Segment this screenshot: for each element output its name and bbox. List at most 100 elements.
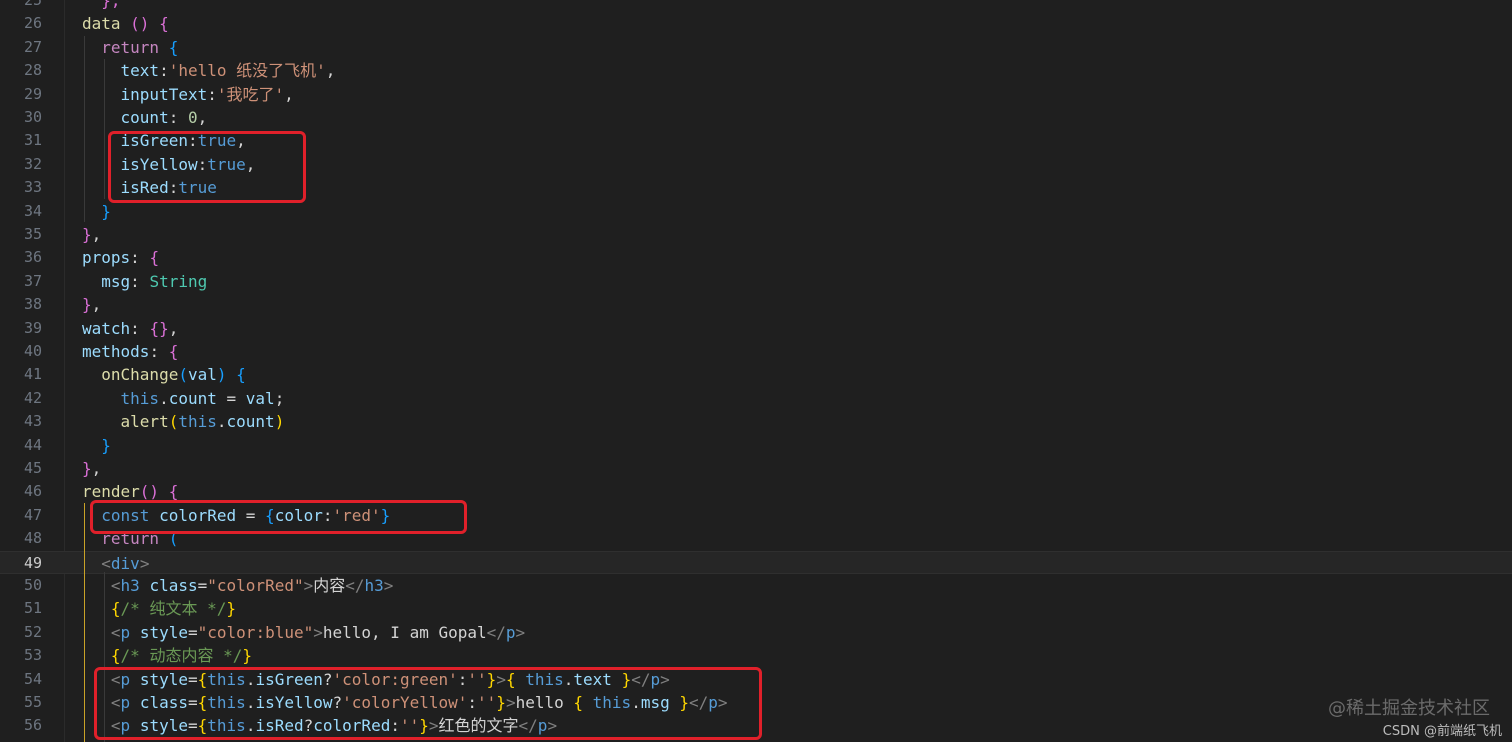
code-text: } (82, 434, 111, 457)
code-token: render (82, 482, 140, 502)
code-token: : (130, 248, 150, 268)
code-token: } (242, 646, 252, 666)
code-line[interactable]: 44 } (0, 434, 1512, 457)
code-token: ( (178, 365, 188, 385)
code-token: count (168, 388, 217, 408)
code-token: count (120, 108, 169, 127)
line-number: 46 (23, 482, 42, 501)
code-line[interactable]: 36 props: { (0, 246, 1512, 269)
code-token: } (82, 225, 92, 244)
code-token: inputText (120, 84, 208, 104)
code-token: } (101, 435, 111, 455)
code-line[interactable]: 39 watch: {}, (0, 317, 1512, 340)
code-line[interactable]: 52 <p style="color:blue">hello, I am Gop… (0, 621, 1512, 644)
code-token: = (188, 622, 198, 642)
code-token: } (226, 599, 236, 619)
code-token: this (120, 388, 160, 408)
code-token: : (168, 108, 188, 127)
code-token: , (91, 225, 102, 244)
code-token: String (149, 271, 208, 291)
code-line[interactable]: 50 <h3 class="colorRed">内容</h3> (0, 574, 1512, 597)
code-line[interactable]: 38}, (0, 293, 1512, 316)
code-line[interactable]: 41 onChange(val) { (0, 363, 1512, 386)
code-token: { (236, 365, 246, 385)
code-token: 内容 (313, 576, 346, 595)
highlight-box-const-colorred (90, 500, 467, 534)
line-number: 37 (23, 271, 42, 290)
code-text: inputText:'我吃了', (82, 83, 294, 106)
line-number: 33 (23, 178, 42, 197)
code-text: <h3 class="colorRed">内容</h3> (82, 574, 394, 597)
code-token: < (110, 622, 121, 642)
code-token: , (91, 295, 102, 315)
code-line[interactable]: 43 alert(this.count) (0, 410, 1512, 433)
code-token: { (168, 37, 179, 57)
line-number: 41 (23, 365, 42, 384)
code-text: msg: String (82, 270, 207, 293)
code-token: } (82, 459, 92, 478)
code-token: ) (216, 365, 227, 385)
code-text: props: { (82, 246, 159, 269)
code-line[interactable]: 27 return { (0, 36, 1512, 59)
line-number: 42 (23, 388, 42, 407)
code-line[interactable]: 40 methods: { (0, 340, 1512, 363)
code-line[interactable]: 30 count: 0, (0, 106, 1512, 129)
line-number: 25 (23, 0, 42, 9)
line-number: 31 (23, 131, 42, 150)
code-token: 0 (187, 108, 198, 127)
code-token: > (139, 553, 150, 573)
line-number: 40 (23, 342, 42, 360)
code-token: watch (82, 318, 131, 338)
code-token: : (159, 61, 169, 81)
code-line[interactable]: 34 } (0, 200, 1512, 223)
code-token: alert (120, 412, 169, 432)
indent-guide (84, 503, 85, 742)
code-token: { (159, 14, 169, 34)
code-text: } (82, 200, 111, 223)
code-token: /* 纯文本 */ (120, 599, 227, 619)
code-line[interactable]: 37 msg: String (0, 270, 1512, 293)
code-line[interactable]: 26 data () { (0, 12, 1512, 35)
code-token: < (101, 553, 111, 573)
line-number: 52 (23, 622, 42, 641)
code-line[interactable]: 35}, (0, 223, 1512, 246)
code-line[interactable]: 53 {/* 动态内容 */} (0, 644, 1512, 667)
code-token: text (120, 61, 160, 81)
line-number: 55 (23, 693, 42, 711)
code-editor[interactable]: 25 }, 26 data () {27 return {28 text:'hell… (0, 0, 1512, 742)
highlight-box-dynamic-styles (94, 667, 762, 740)
code-line[interactable]: 42 this.count = val; (0, 387, 1512, 410)
code-token: : (130, 271, 150, 291)
code-token: { (168, 342, 179, 361)
code-line[interactable]: 29 inputText:'我吃了', (0, 83, 1512, 106)
code-token: div (110, 553, 140, 573)
code-token: class (149, 576, 198, 595)
code-text: <div> (82, 552, 149, 575)
code-line[interactable]: 28 text:'hello 纸没了飞机', (0, 59, 1512, 82)
code-token: , (325, 61, 336, 81)
line-number: 32 (23, 154, 42, 173)
code-token: ( (168, 412, 179, 432)
code-token: () (130, 14, 150, 34)
line-number: 39 (23, 318, 42, 337)
code-token: : (149, 342, 169, 361)
code-token: </ (345, 576, 365, 595)
code-line[interactable]: 51 {/* 纯文本 */} (0, 597, 1512, 620)
code-line[interactable]: 45}, (0, 457, 1512, 480)
code-line[interactable]: 25 }, (0, 0, 1512, 12)
code-line[interactable]: 49 <div> (0, 550, 1512, 575)
code-token: , (284, 84, 294, 104)
code-token: 'hello 纸没了飞机' (168, 61, 326, 81)
code-text: return { (82, 36, 178, 59)
code-text: }, (82, 223, 101, 246)
code-token: { (110, 599, 121, 619)
line-number: 35 (23, 225, 42, 243)
line-number: 26 (23, 14, 42, 33)
